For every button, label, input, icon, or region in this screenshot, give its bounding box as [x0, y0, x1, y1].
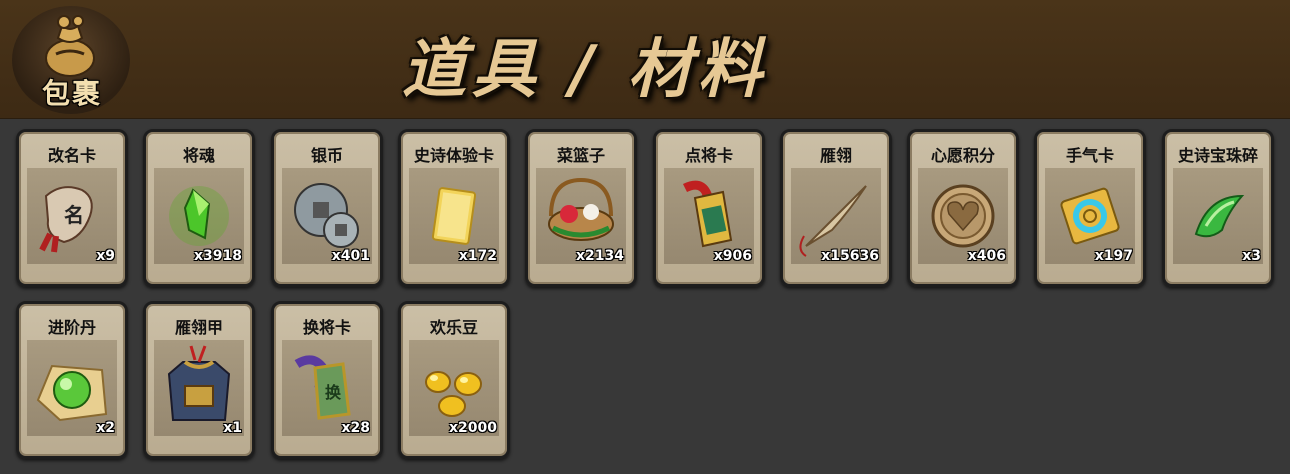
item-count: x406: [967, 248, 1006, 264]
item-name: 雁翎甲: [174, 318, 223, 337]
item-count: x9: [96, 248, 115, 264]
item-name: 银币: [310, 146, 343, 165]
item-count: x197: [1094, 248, 1133, 264]
item-card[interactable]: 将魂 x3918: [143, 129, 255, 287]
item-name: 手气卡: [1065, 146, 1114, 165]
item-card[interactable]: 改名卡名 x9: [16, 129, 128, 287]
item-card[interactable]: 手气卡 x197: [1034, 129, 1146, 287]
item-count: x1: [223, 420, 242, 436]
item-name: 史诗体验卡: [413, 146, 494, 165]
item-card[interactable]: 心愿积分 x406: [907, 129, 1019, 287]
page-title: 道具 / 材料: [402, 33, 768, 107]
bag-logo: 包裹: [12, 6, 130, 114]
item-card[interactable]: 史诗宝珠碎 x3: [1162, 129, 1274, 287]
item-icon-slot: x15636: [791, 168, 881, 264]
item-count: x15636: [821, 248, 879, 264]
item-count: x172: [458, 248, 497, 264]
item-icon-slot: x1: [154, 340, 244, 436]
item-count: x28: [341, 420, 370, 436]
item-icon-slot: x3918: [154, 168, 244, 264]
svg-text:换: 换: [325, 383, 342, 402]
item-name: 进阶丹: [47, 318, 96, 337]
item-card[interactable]: 进阶丹 x2: [16, 301, 128, 459]
item-name: 雁翎: [819, 146, 852, 165]
bag-icon: [45, 15, 95, 77]
item-count: x906: [713, 248, 752, 264]
item-icon-slot: x401: [282, 168, 372, 264]
item-name: 菜篮子: [556, 146, 605, 165]
item-icon-slot: x406: [918, 168, 1008, 264]
item-card[interactable]: 雁翎 x15636: [780, 129, 892, 287]
item-icon-slot: x3: [1173, 168, 1263, 264]
item-card[interactable]: 换将卡换 x28: [271, 301, 383, 459]
item-icon-slot: x172: [409, 168, 499, 264]
item-name: 史诗宝珠碎: [1177, 146, 1258, 165]
svg-text:名: 名: [64, 203, 84, 227]
item-card[interactable]: 雁翎甲 x1: [143, 301, 255, 459]
item-icon-slot: 换 x28: [282, 340, 372, 436]
item-icon-slot: x197: [1045, 168, 1135, 264]
item-name: 点将卡: [684, 146, 733, 165]
item-count: x3918: [194, 248, 242, 264]
header: 包裹 道具 / 材料: [0, 0, 1290, 119]
item-name: 心愿积分: [930, 146, 995, 165]
item-card[interactable]: 史诗体验卡 x172: [398, 129, 510, 287]
item-name: 欢乐豆: [429, 318, 478, 337]
item-count: x2134: [576, 248, 624, 264]
item-card[interactable]: 点将卡 x906: [653, 129, 765, 287]
item-count: x2: [96, 420, 115, 436]
item-name: 将魂: [182, 146, 215, 165]
item-card[interactable]: 菜篮子 x2134: [525, 129, 637, 287]
bag-logo-text: 包裹: [41, 77, 102, 110]
item-name: 改名卡: [47, 146, 96, 165]
item-icon-slot: 名 x9: [27, 168, 117, 264]
item-name: 换将卡: [302, 318, 351, 337]
item-card[interactable]: 银币 x401: [271, 129, 383, 287]
item-icon-slot: x2000: [409, 340, 499, 436]
item-card[interactable]: 欢乐豆 x2000: [398, 301, 510, 459]
item-icon-slot: x2: [27, 340, 117, 436]
item-icon-slot: x906: [664, 168, 754, 264]
item-count: x401: [331, 248, 370, 264]
item-icon-slot: x2134: [536, 168, 626, 264]
item-count: x3: [1242, 248, 1261, 264]
item-count: x2000: [449, 420, 497, 436]
